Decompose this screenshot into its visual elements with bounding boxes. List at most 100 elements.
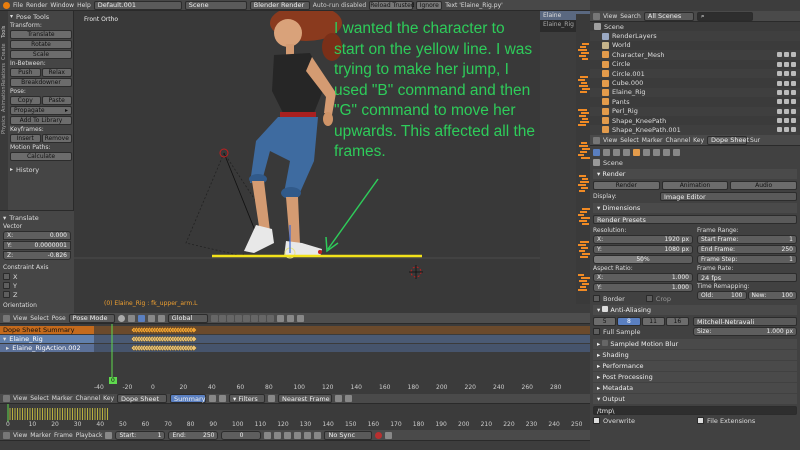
visibility-icons[interactable] bbox=[777, 127, 796, 133]
outliner-item[interactable]: Scene bbox=[590, 22, 800, 32]
outliner-item[interactable]: Elaine_Rig bbox=[590, 87, 800, 98]
ds-menu-marker[interactable]: Marker bbox=[52, 394, 73, 403]
outliner-item[interactable]: Character_Mesh bbox=[590, 50, 800, 60]
display-selector[interactable]: Image Editor bbox=[660, 192, 797, 201]
viewport-menu-select[interactable]: Select bbox=[30, 314, 49, 323]
layer-buttons[interactable] bbox=[210, 314, 274, 322]
aa-sample-8[interactable]: 8 bbox=[617, 317, 641, 326]
ds-summary-toggle[interactable]: Summary bbox=[170, 394, 207, 403]
eye-icon[interactable] bbox=[777, 99, 782, 105]
eye-icon[interactable] bbox=[777, 80, 782, 86]
viewport-menu-view[interactable]: View bbox=[13, 314, 27, 323]
new-time-field[interactable]: New: 100 bbox=[747, 291, 797, 300]
animation-button[interactable]: Animation bbox=[661, 181, 729, 190]
outliner-search-input[interactable]: ⌕ bbox=[696, 11, 753, 21]
remove-keyframe-button[interactable]: Remove bbox=[41, 134, 72, 143]
bone-tab-icon[interactable] bbox=[673, 149, 680, 156]
modifiers-tab-icon[interactable] bbox=[653, 149, 660, 156]
vtab-animation[interactable]: Animation bbox=[1, 84, 7, 113]
editor-type-icon[interactable] bbox=[3, 395, 10, 402]
rotate-manip-icon[interactable] bbox=[157, 314, 165, 322]
scale-button[interactable]: Scale bbox=[10, 50, 72, 59]
old-time-field[interactable]: Old: 100 bbox=[697, 291, 747, 300]
data-tab-icon[interactable] bbox=[663, 149, 670, 156]
blender-logo-icon[interactable] bbox=[3, 1, 10, 9]
viewport-3d[interactable]: Front Ortho I wanted the character to st… bbox=[74, 11, 540, 313]
vector-x-field[interactable]: X: 0.000 bbox=[3, 231, 71, 240]
res-x-field[interactable]: X: 1920 px bbox=[593, 235, 693, 244]
outliner-item[interactable]: Circle bbox=[590, 59, 800, 69]
push-button[interactable]: Push bbox=[10, 68, 41, 77]
breakdowner-button[interactable]: Breakdowner bbox=[10, 78, 72, 87]
ignore-button[interactable]: Ignore bbox=[416, 0, 443, 10]
performance-header[interactable]: ▸ Performance bbox=[593, 361, 797, 371]
relax-button[interactable]: Relax bbox=[41, 68, 72, 77]
aspect-x-field[interactable]: X: 1.000 bbox=[593, 273, 693, 282]
insert-keyframe-button[interactable]: Insert bbox=[10, 134, 41, 143]
ds-menu-view[interactable]: View bbox=[13, 394, 27, 403]
aspect-y-field[interactable]: Y: 1.000 bbox=[593, 283, 693, 292]
camera-icon[interactable] bbox=[791, 89, 796, 95]
dopesheet-current-frame[interactable]: 0 bbox=[109, 377, 117, 384]
cursor-icon[interactable] bbox=[784, 71, 789, 77]
sampled-blur-header[interactable]: ▸ Sampled Motion Blur bbox=[593, 339, 797, 349]
editor-type-icon[interactable] bbox=[3, 314, 10, 322]
audio-button[interactable]: Audio bbox=[730, 181, 798, 190]
end-frame-field[interactable]: End Frame: 250 bbox=[697, 245, 797, 254]
menu-render[interactable]: Render bbox=[26, 1, 47, 10]
copy-pose-button[interactable]: Copy bbox=[10, 96, 41, 105]
constraint-y[interactable]: Y bbox=[3, 281, 71, 290]
visibility-icons[interactable] bbox=[777, 52, 796, 58]
frame-step-field[interactable]: Frame Step: 1 bbox=[697, 255, 797, 264]
menu-help[interactable]: Help bbox=[77, 1, 91, 10]
ds-filters-button[interactable]: ▾ Filters bbox=[229, 394, 266, 403]
tl-menu-view[interactable]: View bbox=[13, 431, 27, 440]
eye-icon[interactable] bbox=[777, 118, 782, 124]
cursor-icon[interactable] bbox=[784, 118, 789, 124]
constraint-x[interactable]: X bbox=[3, 272, 71, 281]
render-panel-header[interactable]: ▾ Render bbox=[593, 169, 797, 179]
menu-key[interactable]: Key bbox=[693, 136, 704, 145]
start-frame-field[interactable]: Start Frame: 1 bbox=[697, 235, 797, 244]
camera-icon[interactable] bbox=[791, 61, 796, 67]
eye-icon[interactable] bbox=[777, 61, 782, 67]
summary-toggle[interactable]: Sur bbox=[750, 136, 760, 145]
aa-sample-16[interactable]: 16 bbox=[665, 317, 689, 326]
ds-mode-selector[interactable]: Dope Sheet bbox=[117, 394, 168, 403]
aa-sample-11[interactable]: 11 bbox=[641, 317, 665, 326]
aa-filter-selector[interactable]: Mitchell-Netravali bbox=[693, 317, 797, 326]
translate-button[interactable]: Translate bbox=[10, 30, 72, 39]
shading-header[interactable]: ▸ Shading bbox=[593, 350, 797, 360]
visibility-icons[interactable] bbox=[777, 118, 796, 124]
orientation-selector[interactable]: Global bbox=[167, 313, 208, 323]
dopesheet-mode-selector[interactable]: Dope Sheet bbox=[707, 135, 749, 145]
manipulator-icon[interactable] bbox=[137, 314, 145, 322]
tl-menu-frame[interactable]: Frame bbox=[54, 431, 73, 440]
crop-checkbox-icon[interactable] bbox=[645, 295, 653, 302]
ds-menu-select[interactable]: Select bbox=[30, 394, 49, 403]
outliner-item[interactable]: Perl_Rig bbox=[590, 106, 800, 116]
border-checkbox-icon[interactable] bbox=[593, 295, 600, 302]
preview-range-icon[interactable] bbox=[105, 431, 113, 439]
camera-icon[interactable] bbox=[791, 99, 796, 105]
scene-selector[interactable]: Scene bbox=[184, 0, 247, 10]
camera-icon[interactable] bbox=[791, 52, 796, 58]
visibility-icons[interactable] bbox=[777, 108, 796, 114]
jump-start-icon[interactable] bbox=[264, 431, 272, 439]
camera-icon[interactable] bbox=[791, 118, 796, 124]
ds-snap-selector[interactable]: Nearest Frame bbox=[278, 394, 333, 403]
tl-current-frame-field[interactable]: 0 bbox=[221, 430, 262, 440]
menu-view[interactable]: View bbox=[603, 136, 617, 145]
timeline-editor[interactable]: 0 10 20 30 40 50 60 70 80 90 100 110 120 130 140 150 160… bbox=[0, 404, 590, 430]
camera-icon[interactable] bbox=[791, 127, 796, 133]
prev-key-icon[interactable] bbox=[274, 431, 282, 439]
tl-menu-marker[interactable]: Marker bbox=[30, 431, 51, 440]
scene-tab-icon[interactable] bbox=[613, 149, 620, 156]
eye-icon[interactable] bbox=[777, 127, 782, 133]
full-sample-checkbox-icon[interactable] bbox=[593, 328, 600, 335]
eye-icon[interactable] bbox=[777, 89, 782, 95]
constraint-z[interactable]: Z bbox=[3, 290, 71, 299]
outliner-item[interactable]: RenderLayers bbox=[590, 31, 800, 41]
outliner-scope-selector[interactable]: All Scenes bbox=[643, 11, 694, 21]
editor-type-icon[interactable] bbox=[593, 136, 600, 144]
